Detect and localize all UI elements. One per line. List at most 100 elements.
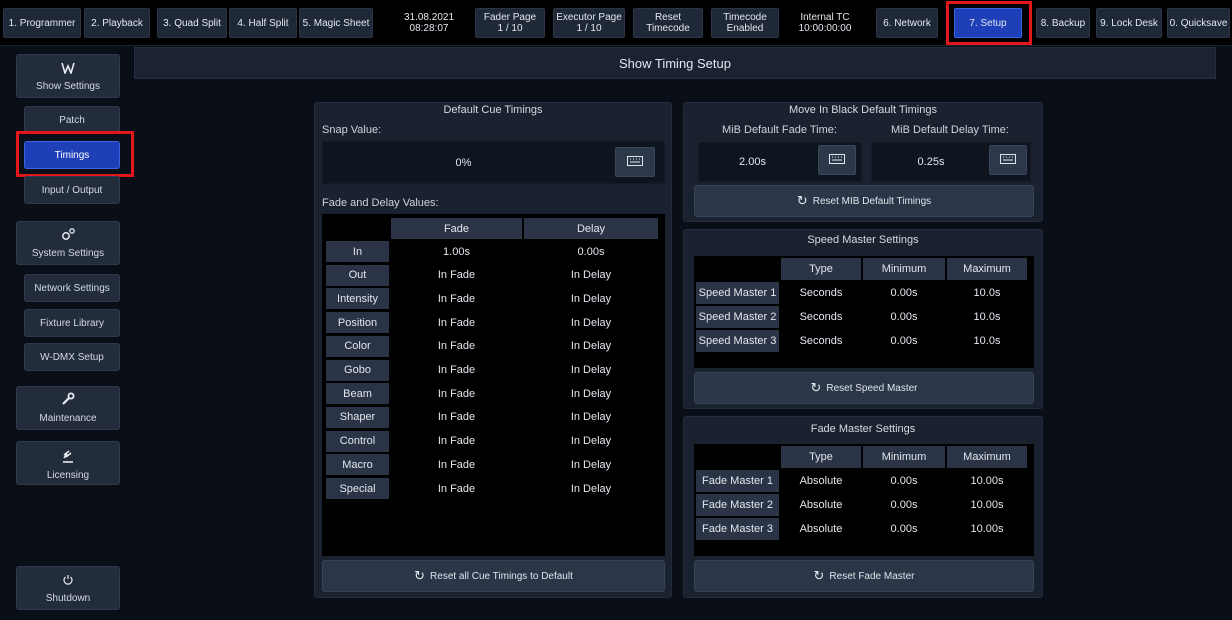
sidebar-item-label: Timings: [54, 149, 90, 161]
delay-value-cell[interactable]: In Delay: [524, 383, 658, 404]
sidebar-item-patch[interactable]: Patch: [24, 106, 120, 134]
sidebar-item-fixture-library[interactable]: Fixture Library: [24, 309, 120, 337]
type-cell[interactable]: Seconds: [781, 282, 861, 304]
tab-backup[interactable]: 8. Backup: [1036, 8, 1090, 38]
delay-value-cell[interactable]: In Delay: [524, 288, 658, 309]
show-settings-header[interactable]: Show Settings: [16, 54, 120, 98]
column-header-maximum: Maximum: [947, 258, 1027, 280]
tab-half-split[interactable]: 4. Half Split: [229, 8, 297, 38]
delay-value-cell[interactable]: In Delay: [524, 478, 658, 499]
row-label: Intensity: [326, 288, 389, 310]
maximum-cell[interactable]: 10.0s: [947, 282, 1027, 304]
page-title-text: Show Timing Setup: [618, 55, 731, 71]
tab-quad-split[interactable]: 3. Quad Split: [157, 8, 227, 38]
maintenance-header[interactable]: Maintenance: [16, 386, 120, 430]
minimum-cell[interactable]: 0.00s: [863, 494, 945, 516]
mib-title: Move In Black Default Timings: [789, 104, 937, 116]
default-cue-timings-title: Default Cue Timings: [443, 104, 543, 116]
column-header-maximum: Maximum: [947, 446, 1027, 468]
tab-playback[interactable]: 2. Playback: [84, 8, 150, 38]
reset-mib-button[interactable]: ↻ Reset MIB Default Timings: [694, 185, 1034, 217]
delay-value-cell[interactable]: In Delay: [524, 431, 658, 452]
gavel-icon: [61, 449, 75, 466]
snap-keyboard-button[interactable]: [615, 147, 655, 177]
internal-tc-value: 10:00:00:00: [798, 23, 852, 34]
row-label: Speed Master 3: [696, 330, 779, 352]
minimum-cell[interactable]: 0.00s: [863, 470, 945, 492]
fade-value-cell[interactable]: In Fade: [391, 336, 522, 357]
row-label: Special: [326, 478, 389, 499]
minimum-cell[interactable]: 0.00s: [863, 282, 945, 304]
mib-fade-keyboard-button[interactable]: [818, 145, 856, 175]
maintenance-label: Maintenance: [39, 413, 97, 424]
row-label: Control: [326, 430, 389, 452]
fader-page-value: 1 / 10: [497, 23, 523, 34]
fade-value-cell[interactable]: In Fade: [391, 478, 522, 499]
type-cell[interactable]: Seconds: [781, 306, 861, 328]
reset-cue-timings-button[interactable]: ↻ Reset all Cue Timings to Default: [322, 560, 665, 592]
fade-value-cell[interactable]: In Fade: [391, 454, 522, 475]
reset-speed-master-label: Reset Speed Master: [826, 382, 918, 394]
fade-value-cell[interactable]: In Fade: [391, 360, 522, 381]
sidebar-item-network-settings[interactable]: Network Settings: [24, 274, 120, 302]
shutdown-label: Shutdown: [45, 592, 91, 604]
timecode-enabled-button[interactable]: Timecode Enabled: [711, 8, 779, 38]
wrench-icon: [61, 392, 75, 409]
tab-lock-desk[interactable]: 9. Lock Desk: [1096, 8, 1162, 38]
maximum-cell[interactable]: 10.0s: [947, 306, 1027, 328]
fade-value-cell[interactable]: In Fade: [391, 407, 522, 428]
fade-master-title: Fade Master Settings: [810, 423, 916, 435]
type-cell[interactable]: Absolute: [781, 470, 861, 492]
maximum-cell[interactable]: 10.00s: [947, 470, 1027, 492]
mib-delay-keyboard-button[interactable]: [989, 145, 1027, 175]
executor-page-label: Executor Page: [556, 12, 622, 23]
column-header-fade: Fade: [391, 218, 522, 239]
system-settings-header[interactable]: System Settings: [16, 221, 120, 265]
fade-value-cell[interactable]: In Fade: [391, 312, 522, 333]
delay-value-cell[interactable]: In Delay: [524, 336, 658, 357]
row-label: Gobo: [326, 359, 389, 381]
tab-quicksave[interactable]: 0. Quicksave: [1167, 8, 1230, 38]
tab-programmer[interactable]: 1. Programmer: [3, 8, 81, 38]
delay-value-cell[interactable]: In Delay: [524, 360, 658, 381]
type-cell[interactable]: Seconds: [781, 330, 861, 352]
minimum-cell[interactable]: 0.00s: [863, 306, 945, 328]
maximum-cell[interactable]: 10.00s: [947, 494, 1027, 516]
fader-page-label: Fader Page: [483, 12, 537, 23]
minimum-cell[interactable]: 0.00s: [863, 518, 945, 540]
fade-value-cell[interactable]: In Fade: [391, 265, 522, 286]
row-label: Out: [326, 264, 389, 286]
column-header-delay: Delay: [524, 218, 658, 239]
maximum-cell[interactable]: 10.0s: [947, 330, 1027, 352]
mib-delay-value: 0.25s: [917, 156, 945, 168]
row-label: Beam: [326, 383, 389, 405]
maximum-cell[interactable]: 10.00s: [947, 518, 1027, 540]
delay-value-cell[interactable]: 0.00s: [524, 241, 658, 262]
fade-value-cell[interactable]: In Fade: [391, 431, 522, 452]
fade-value-cell[interactable]: In Fade: [391, 383, 522, 404]
executor-page-button[interactable]: Executor Page 1 / 10: [553, 8, 625, 38]
delay-value-cell[interactable]: In Delay: [524, 454, 658, 475]
shutdown-button[interactable]: Shutdown: [16, 566, 120, 610]
delay-value-cell[interactable]: In Delay: [524, 312, 658, 333]
reset-timecode-button[interactable]: Reset Timecode: [633, 8, 703, 38]
snap-value-field[interactable]: 0%: [322, 141, 665, 184]
delay-value-cell[interactable]: In Delay: [524, 407, 658, 428]
type-cell[interactable]: Absolute: [781, 494, 861, 516]
tab-network[interactable]: 6. Network: [876, 8, 938, 38]
tab-setup[interactable]: 7. Setup: [954, 8, 1022, 38]
fade-value-cell[interactable]: In Fade: [391, 288, 522, 309]
sidebar-item-w-dmx-setup[interactable]: W-DMX Setup: [24, 343, 120, 371]
fader-page-button[interactable]: Fader Page 1 / 10: [475, 8, 545, 38]
licensing-header[interactable]: Licensing: [16, 441, 120, 485]
sidebar-item-input-output[interactable]: Input / Output: [24, 176, 120, 204]
type-cell[interactable]: Absolute: [781, 518, 861, 540]
minimum-cell[interactable]: 0.00s: [863, 330, 945, 352]
delay-value-cell[interactable]: In Delay: [524, 265, 658, 286]
reset-speed-master-button[interactable]: ↻ Reset Speed Master: [694, 372, 1034, 404]
power-icon: [62, 573, 74, 589]
reset-fade-master-button[interactable]: ↻ Reset Fade Master: [694, 560, 1034, 592]
sidebar-item-timings[interactable]: Timings: [24, 141, 120, 169]
fade-value-cell[interactable]: 1.00s: [391, 241, 522, 262]
tab-magic-sheet[interactable]: 5. Magic Sheet: [299, 8, 373, 38]
